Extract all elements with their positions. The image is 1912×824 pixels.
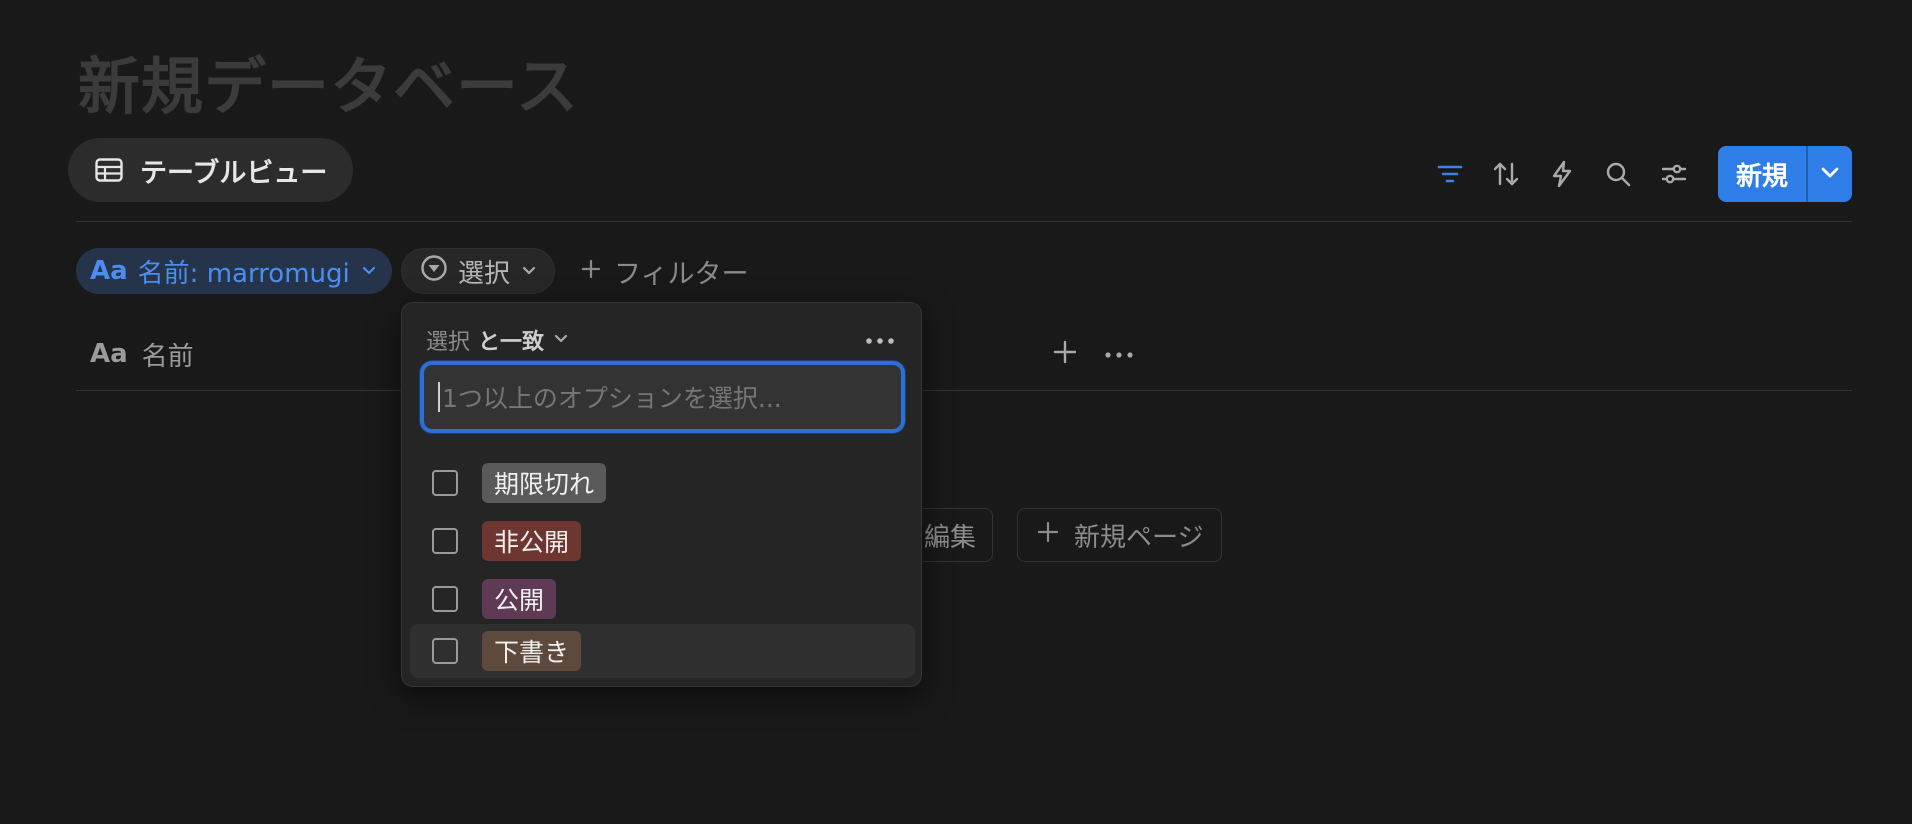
text-property-icon: Aa — [90, 339, 128, 369]
new-button-group: 新規 — [1717, 146, 1852, 202]
option-checkbox[interactable] — [432, 586, 458, 612]
select-filter-popover: 選択 と一致 1つ以上のオプションを選択... 期限切れ 非公開 公開 下書き — [401, 302, 922, 687]
column-more-button[interactable] — [1102, 334, 1136, 374]
add-filter-label: フィルター — [614, 258, 749, 290]
column-header-label: 名前 — [141, 341, 194, 372]
lightning-icon[interactable] — [1534, 146, 1590, 202]
more-horizontal-icon — [865, 331, 895, 350]
settings-sliders-icon[interactable] — [1646, 146, 1702, 202]
option-item[interactable]: 公開 — [410, 572, 915, 626]
filter-chip-select-label: 選択 — [458, 258, 511, 289]
plus-icon — [1052, 339, 1078, 369]
text-property-icon: Aa — [90, 256, 128, 286]
chevron-down-icon — [520, 256, 538, 286]
filter-icon[interactable] — [1422, 146, 1478, 202]
chevron-down-icon — [1818, 160, 1842, 188]
filter-chip-name-label: 名前: marromugi — [137, 258, 350, 289]
new-page-button[interactable]: 新規ページ — [1017, 508, 1223, 562]
filter-more-button[interactable] — [863, 323, 897, 357]
new-page-label: 新規ページ — [1074, 522, 1204, 553]
edit-filter-label: 編集 — [923, 522, 976, 553]
add-filter-button[interactable]: フィルター — [580, 248, 748, 294]
filter-condition: 選択 と一致 — [426, 323, 570, 357]
new-button[interactable]: 新規 — [1718, 146, 1806, 202]
option-tag: 期限切れ — [482, 463, 607, 503]
more-horizontal-icon — [1104, 345, 1134, 364]
option-search-input[interactable]: 1つ以上のオプションを選択... — [420, 361, 905, 433]
option-search-placeholder: 1つ以上のオプションを選択... — [442, 384, 782, 413]
page-title[interactable]: 新規データベース — [78, 36, 579, 126]
option-checkbox[interactable] — [432, 638, 458, 664]
toolbar-divider — [76, 221, 1852, 222]
column-header-name[interactable]: Aa 名前 — [90, 334, 194, 374]
text-caret — [438, 382, 440, 412]
option-tag: 非公開 — [482, 521, 582, 561]
filter-property-label: 選択 — [426, 330, 471, 355]
table-header-divider — [76, 390, 1852, 391]
filter-chip-name[interactable]: Aa 名前: marromugi — [76, 248, 392, 294]
select-property-icon — [420, 254, 448, 289]
view-tab-label: テーブルビュー — [140, 157, 328, 189]
view-toolbar: 新規 — [1422, 146, 1852, 202]
option-item[interactable]: 非公開 — [410, 514, 915, 568]
add-column-button[interactable] — [1048, 334, 1082, 374]
option-tag: 下書き — [482, 631, 582, 671]
option-item[interactable]: 期限切れ — [410, 456, 915, 510]
option-checkbox[interactable] — [432, 528, 458, 554]
search-icon[interactable] — [1590, 146, 1646, 202]
filter-chip-select[interactable]: 選択 — [401, 248, 556, 294]
chevron-down-icon — [360, 256, 378, 286]
option-checkbox[interactable] — [432, 470, 458, 496]
table-icon — [94, 155, 124, 185]
plus-icon — [580, 256, 602, 287]
sort-icon[interactable] — [1478, 146, 1534, 202]
option-item[interactable]: 下書き — [410, 624, 915, 678]
new-dropdown-button[interactable] — [1806, 146, 1852, 202]
filter-operator-dropdown[interactable]: と一致 — [478, 324, 544, 356]
chevron-down-icon[interactable] — [552, 328, 570, 353]
view-tab-table[interactable]: テーブルビュー — [68, 138, 354, 202]
option-tag: 公開 — [482, 579, 557, 619]
plus-icon — [1036, 520, 1060, 551]
